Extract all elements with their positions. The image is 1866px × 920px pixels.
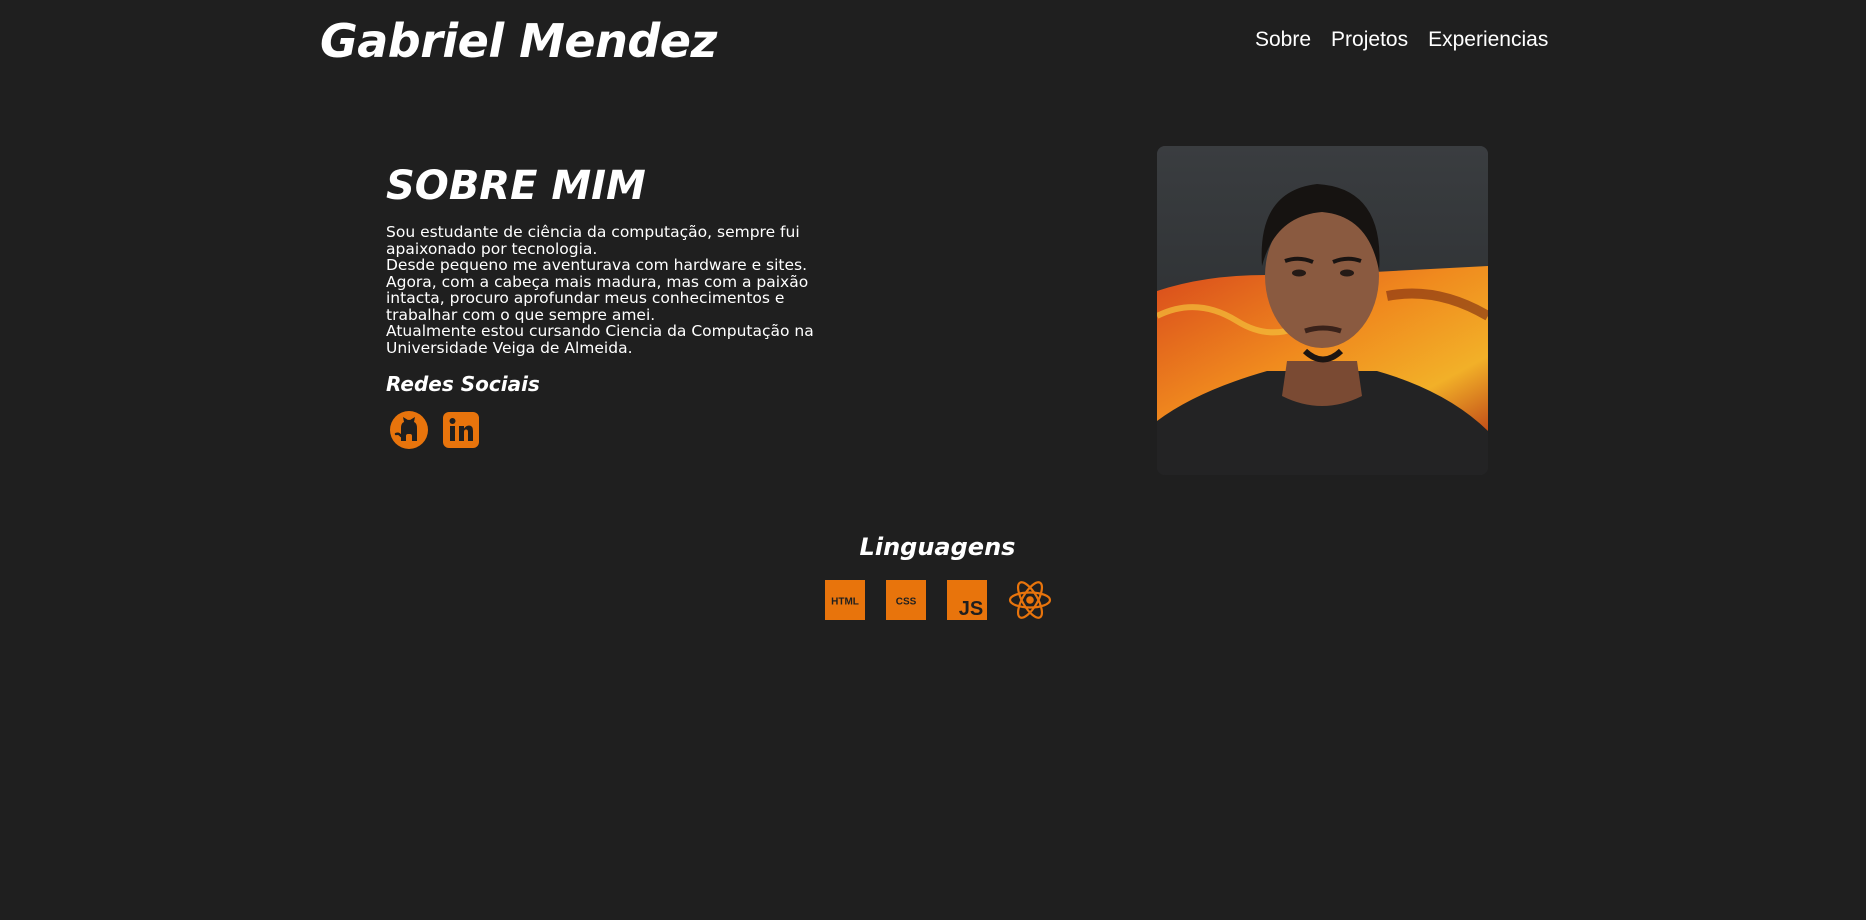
- site-header: Gabriel Mendez Sobre Projetos Experienci…: [0, 0, 1866, 80]
- about-paragraph: Desde pequeno me aventurava com hardware…: [386, 256, 808, 274]
- css-icon: CSS: [886, 580, 926, 620]
- html-icon: HTML: [825, 580, 865, 620]
- nav-link-sobre[interactable]: Sobre: [1255, 26, 1311, 54]
- about-paragraph: Atualmente estou cursando Ciencia da Com…: [386, 322, 814, 357]
- about-title: SOBRE MIM: [386, 163, 646, 209]
- github-icon[interactable]: [389, 410, 429, 450]
- about-paragraph: Agora, com a cabeça mais madura, mas com…: [386, 272, 809, 324]
- social-links: [389, 410, 826, 450]
- react-icon: [1008, 580, 1052, 620]
- profile-photo: [1157, 146, 1488, 475]
- js-icon-label: JS: [959, 598, 983, 620]
- about-paragraph: Sou estudante de ciência da computação, …: [386, 223, 800, 258]
- css-icon-label: CSS: [896, 597, 917, 608]
- about-text: Sou estudante de ciência da computação, …: [386, 224, 826, 356]
- languages-icons: HTML CSS JS: [825, 580, 1052, 620]
- nav-link-projetos[interactable]: Projetos: [1331, 26, 1408, 54]
- about-section: SOBRE MIM Sou estudante de ciência da co…: [386, 160, 826, 450]
- nav-link-experiencias[interactable]: Experiencias: [1428, 26, 1548, 54]
- languages-title: Linguagens: [859, 533, 1016, 561]
- html-icon-label: HTML: [831, 597, 859, 608]
- js-icon: JS: [947, 580, 987, 620]
- site-logo[interactable]: Gabriel Mendez: [320, 12, 717, 70]
- main-nav: Sobre Projetos Experiencias: [1255, 26, 1548, 54]
- linkedin-icon[interactable]: [441, 410, 481, 450]
- social-title: Redes Sociais: [386, 372, 540, 396]
